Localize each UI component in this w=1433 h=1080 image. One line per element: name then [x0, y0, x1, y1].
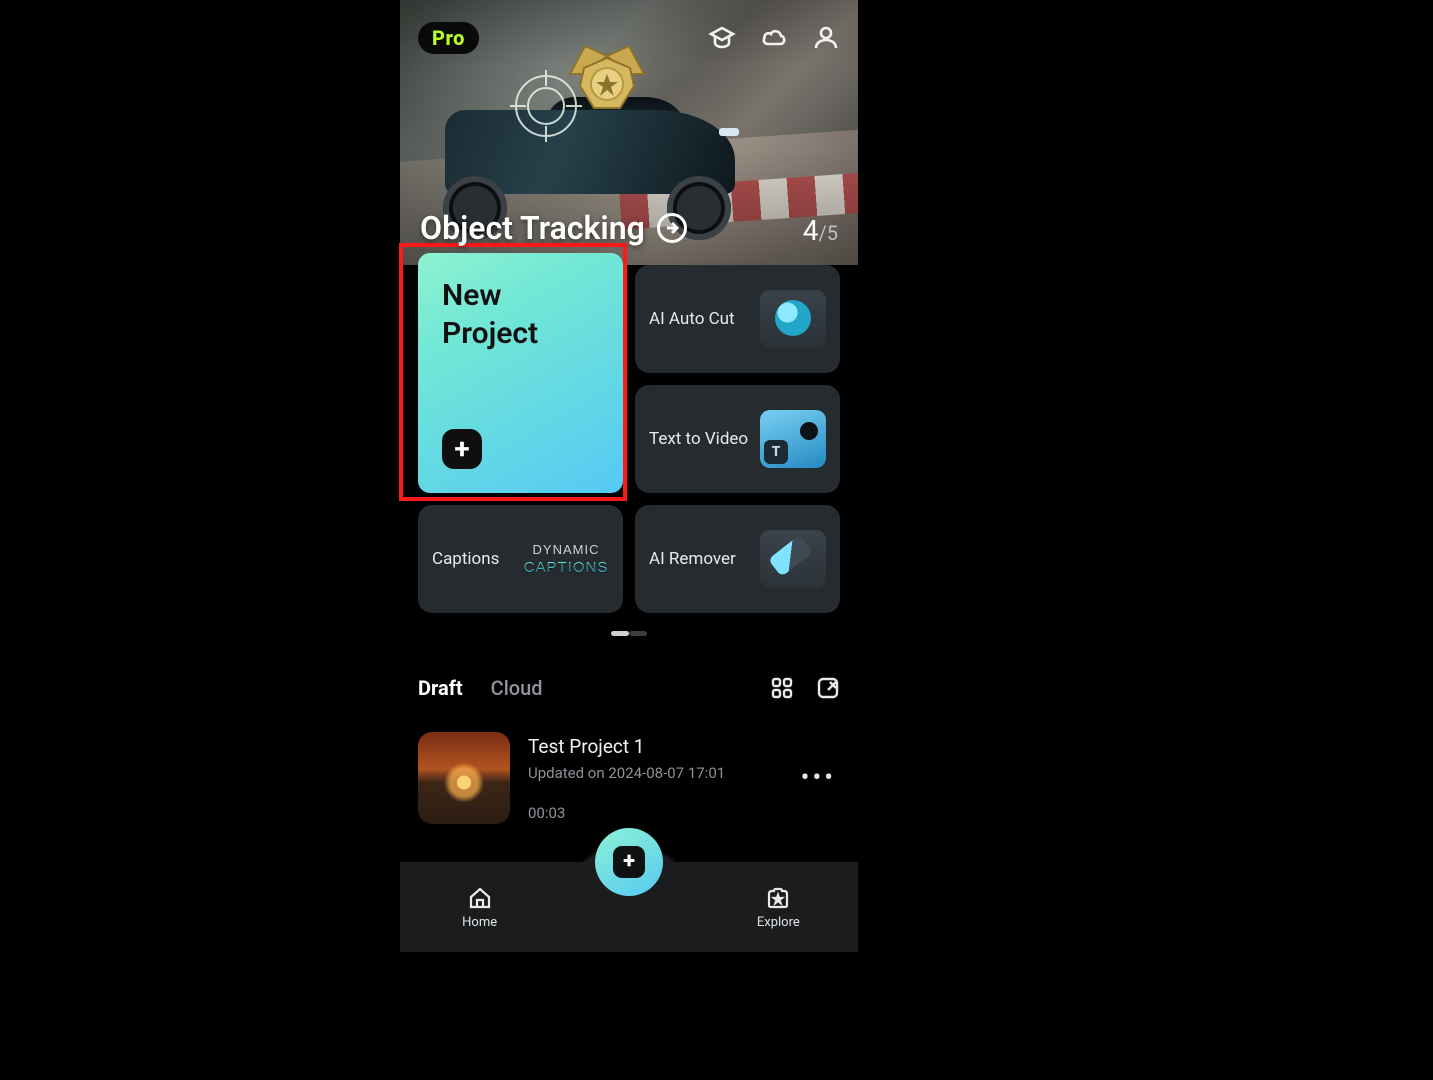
profile-icon[interactable]: [812, 24, 840, 52]
hero-banner[interactable]: Pro Object Tracking: [400, 0, 858, 265]
pro-badge[interactable]: Pro: [418, 22, 479, 54]
hero-page-current: 4: [803, 214, 819, 247]
ai-remover-icon: [760, 530, 826, 588]
hero-title-text: Object Tracking: [420, 209, 645, 247]
tile-text-to-video[interactable]: Text to Video T: [635, 385, 840, 493]
plus-icon: +: [613, 846, 645, 878]
create-fab[interactable]: +: [595, 828, 663, 896]
grid-view-icon[interactable]: [770, 676, 794, 700]
nav-explore-label: Explore: [757, 915, 800, 930]
project-updated: Updated on 2024-08-07 17:01: [528, 764, 783, 782]
academy-icon[interactable]: [708, 24, 736, 52]
new-project-label: New Project: [442, 277, 599, 354]
edit-icon[interactable]: [816, 676, 840, 700]
hero-page-sep: /: [818, 221, 826, 245]
project-thumbnail: [418, 732, 510, 824]
tab-cloud[interactable]: Cloud: [491, 676, 543, 700]
hero-title[interactable]: Object Tracking: [420, 209, 687, 247]
nav-explore[interactable]: Explore: [718, 885, 838, 930]
plus-icon: +: [442, 429, 482, 469]
top-bar: Pro: [400, 10, 858, 66]
cloud-icon[interactable]: [760, 24, 788, 52]
project-name: Test Project 1: [528, 735, 783, 758]
more-options-icon[interactable]: •••: [801, 763, 840, 793]
explore-icon: [765, 885, 791, 911]
tile-captions[interactable]: Captions DYNAMIC CAPTIONS: [418, 505, 623, 613]
nav-home[interactable]: Home: [420, 885, 540, 930]
arrow-right-icon: [657, 213, 687, 243]
home-icon: [467, 885, 493, 911]
tile-ai-auto-cut[interactable]: AI Auto Cut: [635, 265, 840, 373]
captions-icon: DYNAMIC CAPTIONS: [523, 542, 609, 576]
new-project-tile[interactable]: New Project +: [418, 253, 623, 493]
tile-label: AI Remover: [649, 549, 736, 569]
tile-label: AI Auto Cut: [649, 309, 735, 329]
text-to-video-icon: T: [760, 410, 826, 468]
nav-home-label: Home: [462, 915, 497, 930]
drafts-tabs: Draft Cloud: [418, 676, 543, 700]
tile-ai-remover[interactable]: AI Remover: [635, 505, 840, 613]
tile-label: Text to Video: [649, 429, 748, 449]
project-row[interactable]: Test Project 1 Updated on 2024-08-07 17:…: [418, 732, 840, 824]
hero-page-total: 5: [827, 221, 838, 245]
project-duration: 00:03: [528, 804, 783, 822]
ai-auto-cut-icon: [760, 290, 826, 348]
bottom-nav: Home Explore +: [400, 862, 858, 952]
tile-label: Captions: [432, 549, 499, 569]
tab-draft[interactable]: Draft: [418, 676, 463, 700]
tiles-page-indicator: [418, 631, 840, 636]
hero-page-indicator: 4/5: [803, 214, 838, 247]
